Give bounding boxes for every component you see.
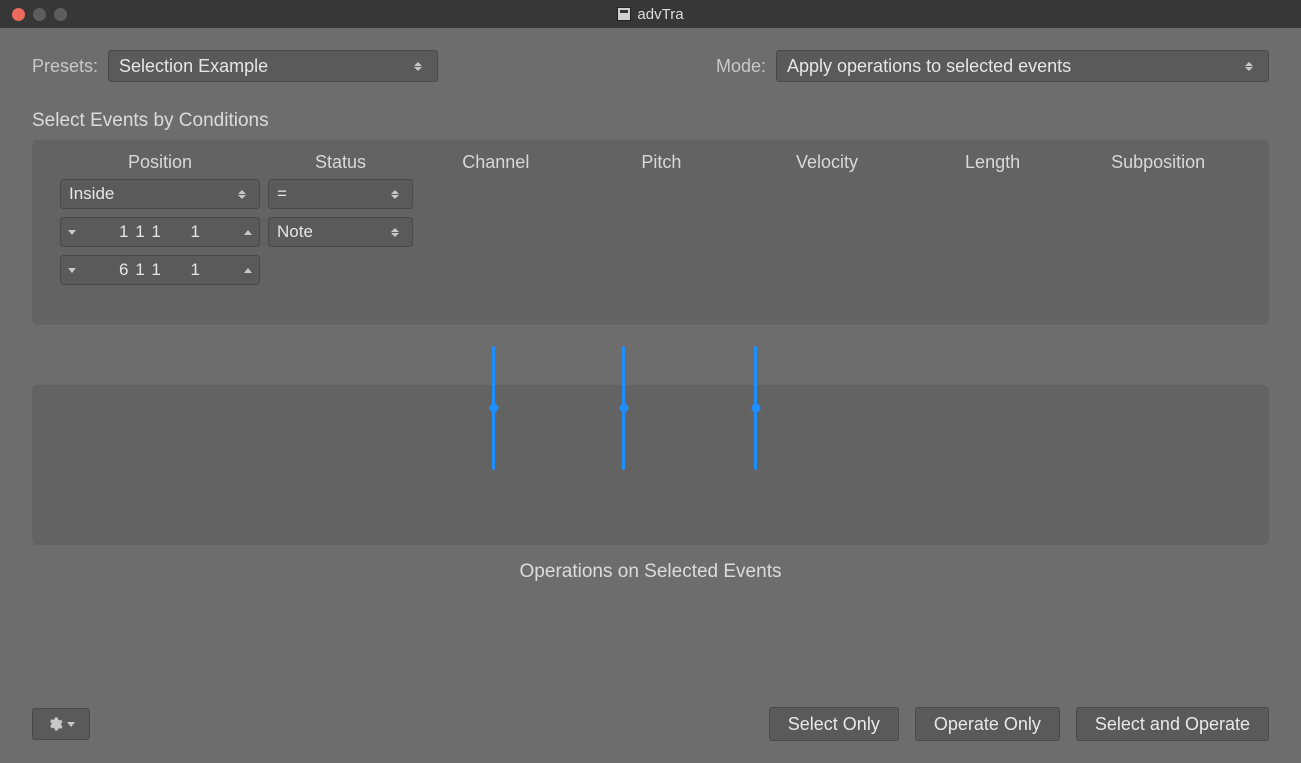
updown-icon: [409, 62, 427, 71]
updown-icon: [386, 190, 404, 199]
status-type-dropdown[interactable]: Note: [268, 217, 413, 247]
operations-caption: Operations on Selected Events: [32, 561, 1269, 583]
position-end-field[interactable]: 6 1 1 1: [60, 255, 260, 285]
position-mode-value: Inside: [69, 184, 225, 204]
updown-icon: [1240, 62, 1258, 71]
col-header-channel: Channel: [413, 152, 579, 173]
presets-value: Selection Example: [119, 56, 401, 77]
status-operator-value: =: [277, 184, 378, 204]
select-and-operate-label: Select and Operate: [1095, 714, 1250, 735]
col-header-pitch: Pitch: [579, 152, 745, 173]
decrement-button[interactable]: [61, 218, 83, 246]
conditions-panel: Position Inside 1 1 1 1 6 1 1 1: [32, 140, 1269, 325]
position-end-value[interactable]: 6 1 1 1: [83, 260, 237, 280]
presets-dropdown[interactable]: Selection Example: [108, 50, 438, 82]
operations-panel: [32, 385, 1269, 545]
status-operator-dropdown[interactable]: =: [268, 179, 413, 209]
position-mode-dropdown[interactable]: Inside: [60, 179, 260, 209]
col-header-length: Length: [910, 152, 1076, 173]
mode-dropdown[interactable]: Apply operations to selected events: [776, 50, 1269, 82]
position-start-value[interactable]: 1 1 1 1: [83, 222, 237, 242]
chevron-down-icon: [67, 722, 75, 727]
mode-label: Mode:: [716, 56, 766, 77]
settings-menu-button[interactable]: [32, 708, 90, 740]
app-icon: [617, 7, 631, 21]
updown-icon: [386, 228, 404, 237]
operate-only-label: Operate Only: [934, 714, 1041, 735]
close-window-button[interactable]: [12, 8, 25, 21]
col-header-velocity: Velocity: [744, 152, 910, 173]
window-title: advTra: [637, 6, 683, 23]
col-header-subposition: Subposition: [1075, 152, 1241, 173]
increment-button[interactable]: [237, 218, 259, 246]
mode-value: Apply operations to selected events: [787, 56, 1232, 77]
conditions-section-label: Select Events by Conditions: [32, 110, 1269, 132]
status-type-value: Note: [277, 222, 378, 242]
select-only-label: Select Only: [788, 714, 880, 735]
increment-button[interactable]: [237, 256, 259, 284]
col-header-status: Status: [268, 152, 413, 173]
col-header-position: Position: [60, 152, 260, 173]
presets-label: Presets:: [32, 56, 98, 77]
select-and-operate-button[interactable]: Select and Operate: [1076, 707, 1269, 741]
minimize-window-button[interactable]: [33, 8, 46, 21]
operate-only-button[interactable]: Operate Only: [915, 707, 1060, 741]
window-controls: [0, 8, 67, 21]
position-start-field[interactable]: 1 1 1 1: [60, 217, 260, 247]
select-only-button[interactable]: Select Only: [769, 707, 899, 741]
titlebar: advTra: [0, 0, 1301, 28]
gear-icon: [47, 716, 63, 732]
decrement-button[interactable]: [61, 256, 83, 284]
maximize-window-button[interactable]: [54, 8, 67, 21]
updown-icon: [233, 190, 251, 199]
